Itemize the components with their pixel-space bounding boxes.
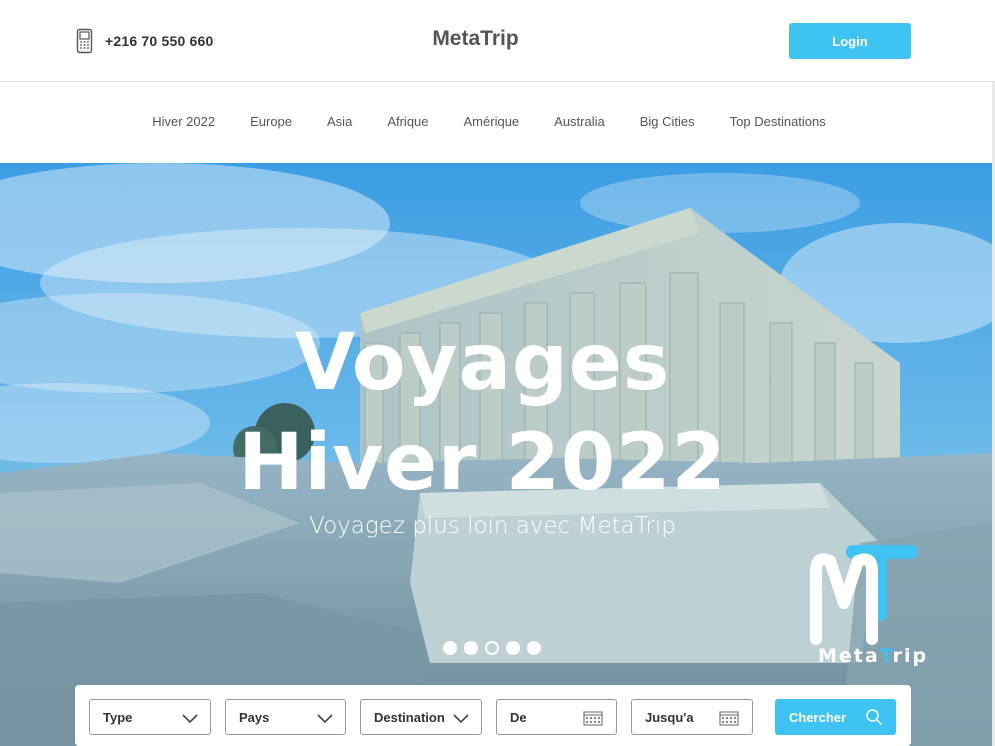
chevron-down-icon [453,714,469,724]
calendar-icon [719,711,739,726]
hero-title-line2: Hiver 2022 [238,418,727,508]
slider-dots [443,641,541,655]
hero-banner: Voyages Hiver 2022 Voyagez plus loin ave… [0,163,992,746]
date-from-label: De [510,710,527,725]
country-select-label: Pays [239,710,270,725]
main-nav: Hiver 2022 Europe Asia Afrique Amérique … [0,82,992,163]
destination-select-label: Destination [374,710,445,725]
country-select[interactable]: Pays [225,699,346,735]
slider-dot-4[interactable] [506,641,520,655]
chevron-down-icon [317,714,333,724]
nav-item-amerique[interactable]: Amérique [464,114,520,129]
slider-dot-5[interactable] [527,641,541,655]
nav-item-australia[interactable]: Australia [554,114,605,129]
slider-dot-3-active[interactable] [485,641,499,655]
type-select[interactable]: Type [89,699,211,735]
date-from-field[interactable]: De [496,699,617,735]
nav-item-top-destinations[interactable]: Top Destinations [730,114,826,129]
metatrip-logo-text: MetaTrip [818,645,928,667]
date-to-field[interactable]: Jusqu'a [631,699,753,735]
nav-item-big-cities[interactable]: Big Cities [640,114,695,129]
logo-text-meta: Meta [818,645,880,667]
hero-subtitle: Voyagez plus loin avec MetaTrip [309,513,676,539]
slider-dot-1[interactable] [443,641,457,655]
search-icon [866,709,883,726]
nav-item-afrique[interactable]: Afrique [387,114,428,129]
hero-title: Voyages Hiver 2022 [0,313,965,513]
search-button-label: Chercher [789,709,847,725]
top-header: +216 70 550 660 MetaTrip Login [0,0,995,82]
slider-dot-2[interactable] [464,641,478,655]
metatrip-logo-mark [810,545,918,645]
destination-select[interactable]: Destination [360,699,482,735]
chevron-down-icon [182,714,198,724]
type-select-label: Type [103,710,133,725]
nav-item-asia[interactable]: Asia [327,114,352,129]
logo-text-t: T [879,645,893,667]
search-bar: Type Pays Destination De Jusqu'a Cherche… [75,685,911,746]
nav-item-hiver-2022[interactable]: Hiver 2022 [152,114,215,129]
hero-title-line1: Voyages [294,318,671,408]
login-button[interactable]: Login [789,23,911,59]
date-to-label: Jusqu'a [645,710,694,725]
search-button[interactable]: Chercher [775,699,896,735]
calendar-icon [583,711,603,726]
nav-item-europe[interactable]: Europe [250,114,292,129]
logo-text-rip: rip [892,645,929,667]
